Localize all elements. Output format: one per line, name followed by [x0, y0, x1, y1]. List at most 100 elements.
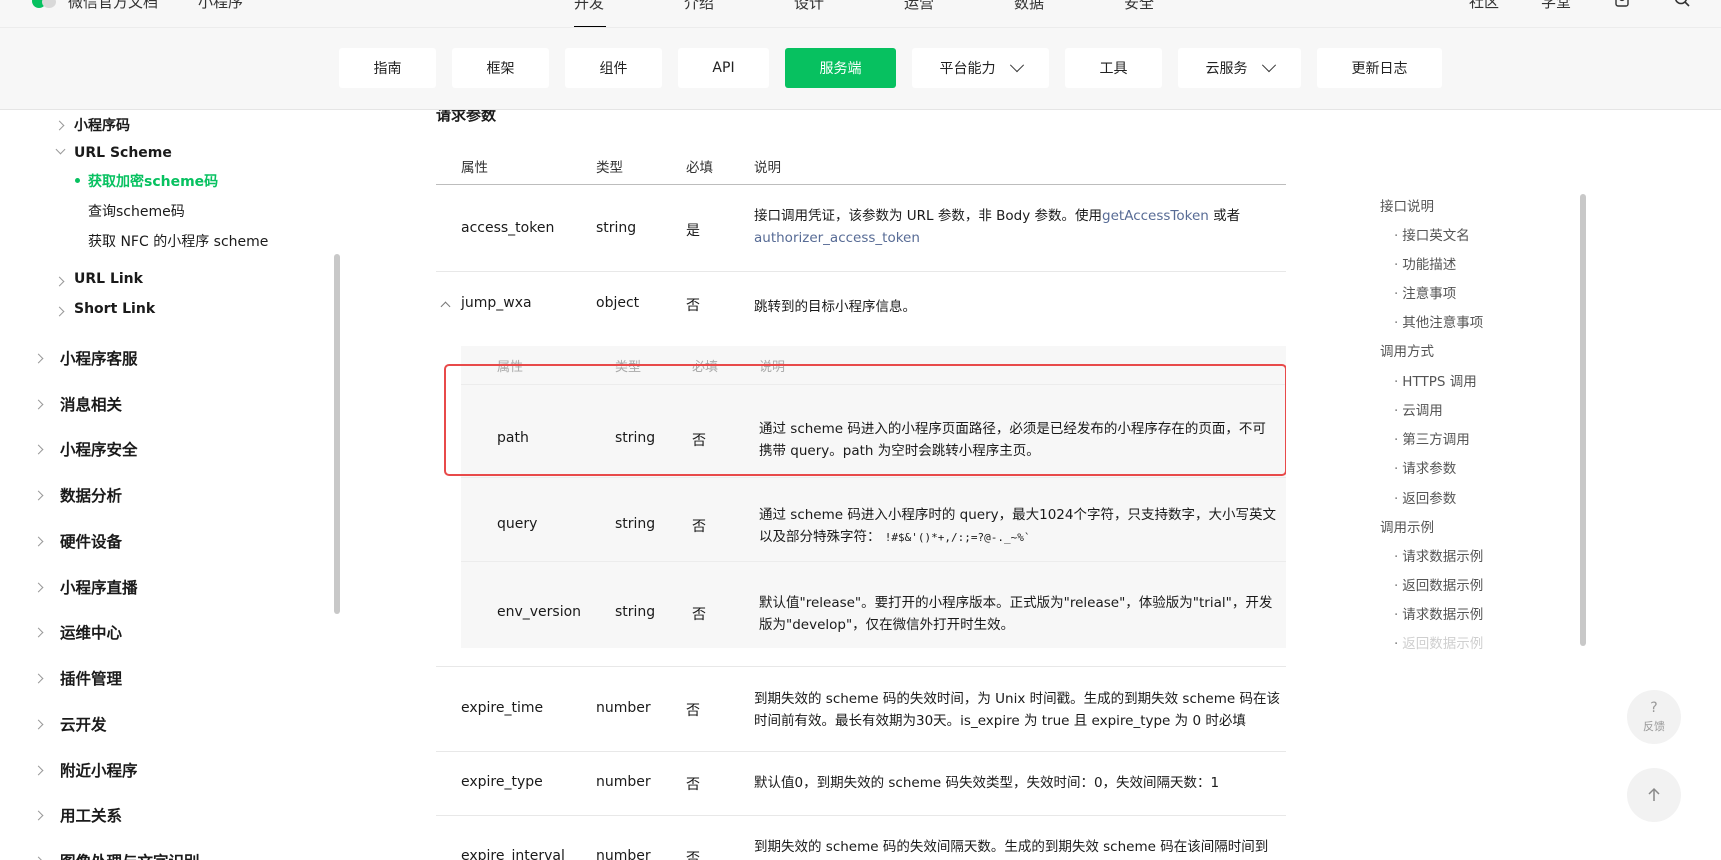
toc-item[interactable]: 功能描述 — [1394, 253, 1456, 273]
back-to-top-button[interactable] — [1627, 768, 1681, 822]
param-type: object — [596, 295, 640, 311]
tab-label: 平台能力 — [939, 61, 996, 77]
topnav-data[interactable]: 数据 — [1000, 0, 1110, 27]
param-type: number — [596, 700, 651, 716]
toc-item[interactable]: 请求参数 — [1394, 457, 1456, 477]
toc-item[interactable]: 返回数据示例 — [1394, 632, 1483, 652]
topnav-dev[interactable]: 开发 — [560, 0, 670, 27]
chevron-right-icon — [33, 490, 44, 501]
toc-item[interactable]: HTTPS 调用 — [1394, 370, 1476, 390]
sidebar-item-url-link[interactable]: URL Link — [74, 271, 143, 287]
sidebar-group-image-ocr[interactable]: 图像处理与文字识别 — [60, 850, 200, 860]
sidebar-group-employment[interactable]: 用工关系 — [60, 804, 122, 826]
tab-label: 组件 — [599, 61, 628, 77]
get-access-token-link[interactable]: getAccessToken — [1102, 208, 1209, 224]
tab-cloud-service[interactable]: 云服务 — [1178, 48, 1301, 88]
chevron-right-icon — [54, 276, 65, 287]
sidebar-item-query-scheme[interactable]: 查询scheme码 — [88, 201, 185, 221]
column-header-type: 类型 — [596, 160, 623, 176]
toc-item[interactable]: 返回数据示例 — [1394, 574, 1483, 594]
toc-item[interactable]: 接口说明 — [1380, 195, 1434, 215]
academy-link[interactable]: 学堂 — [1541, 0, 1571, 12]
param-name[interactable]: jump_wxa — [461, 295, 532, 311]
sidebar-item-url-scheme[interactable]: URL Scheme — [74, 145, 172, 161]
authorizer-access-token-link[interactable]: authorizer_access_token — [754, 230, 920, 246]
arrow-up-icon — [1648, 787, 1660, 801]
toc-item[interactable]: 其他注意事项 — [1394, 311, 1483, 331]
toc-item[interactable]: 云调用 — [1394, 399, 1443, 419]
toc-item[interactable]: 接口英文名 — [1394, 224, 1470, 244]
sidebar-group-messages[interactable]: 消息相关 — [60, 393, 122, 415]
toc-item[interactable]: 返回参数 — [1394, 487, 1456, 507]
toc-item[interactable]: 注意事项 — [1394, 282, 1456, 302]
tab-guide[interactable]: 指南 — [339, 48, 436, 88]
param-name: expire_type — [461, 774, 543, 790]
tab-platform-capability[interactable]: 平台能力 — [912, 48, 1049, 88]
sidebar-item-mini-program-code[interactable]: 小程序码 — [74, 115, 130, 135]
topnav-operate[interactable]: 运营 — [890, 0, 1000, 27]
sidebar-group-hardware[interactable]: 硬件设备 — [60, 530, 122, 552]
sidebar-group-customer-service[interactable]: 小程序客服 — [60, 347, 138, 369]
sidebar-group-ops-center[interactable]: 运维中心 — [60, 621, 122, 643]
feedback-button[interactable]: ? 反馈 — [1627, 690, 1681, 744]
community-link[interactable]: 社区 — [1469, 0, 1499, 12]
desc-line: 通过 scheme 码进入小程序时的 query，最大1024个字符，只支持数字… — [759, 507, 1276, 523]
sidebar-group-live[interactable]: 小程序直播 — [60, 576, 138, 598]
tab-tools[interactable]: 工具 — [1065, 48, 1162, 88]
sidebar-group-data-analysis[interactable]: 数据分析 — [60, 484, 122, 506]
topnav-intro[interactable]: 介绍 — [670, 0, 780, 27]
chevron-right-icon — [33, 719, 44, 730]
sidebar-group-cloud-dev[interactable]: 云开发 — [60, 713, 107, 735]
toc-item[interactable]: 请求数据示例 — [1394, 545, 1483, 565]
nested-param-desc: 通过 scheme 码进入小程序时的 query，最大1024个字符，只支持数字… — [759, 504, 1286, 549]
param-type: string — [596, 220, 637, 236]
param-name: access_token — [461, 220, 555, 236]
chevron-right-icon — [33, 810, 44, 821]
tab-label: 指南 — [373, 61, 402, 77]
collapse-caret-icon[interactable] — [440, 301, 451, 312]
sidebar-item-generate-scheme[interactable]: 获取加密scheme码 — [75, 171, 218, 191]
tab-api[interactable]: API — [678, 48, 769, 88]
sidebar-group-nearby[interactable]: 附近小程序 — [60, 759, 138, 781]
chevron-right-icon — [33, 399, 44, 410]
sidebar-scrollbar[interactable] — [334, 254, 340, 614]
toc-item[interactable]: 调用方式 — [1380, 340, 1434, 360]
tab-components[interactable]: 组件 — [565, 48, 662, 88]
desc-text: 接口调用凭证，该参数为 URL 参数，非 Body 参数。使用 — [754, 208, 1103, 224]
sidebar-item-nfc-scheme[interactable]: 获取 NFC 的小程序 scheme — [88, 231, 268, 251]
nested-param-desc: 默认值"release"。要打开的小程序版本。正式版为"release"，体验版… — [759, 592, 1286, 636]
tab-server[interactable]: 服务端 — [785, 48, 896, 88]
search-icon[interactable] — [1673, 0, 1691, 12]
topnav-security[interactable]: 安全 — [1110, 0, 1220, 27]
toc-item[interactable]: 调用示例 — [1380, 516, 1434, 536]
tab-framework[interactable]: 框架 — [452, 48, 549, 88]
user-icon[interactable] — [1613, 0, 1631, 12]
toc-item[interactable]: 请求数据示例 — [1394, 603, 1483, 623]
sidebar-group-security[interactable]: 小程序安全 — [60, 438, 138, 460]
nested-param-name: query — [497, 516, 538, 532]
brand[interactable]: 微信官方文档 小程序 — [32, 0, 243, 12]
tab-label: 服务端 — [819, 61, 862, 77]
param-required: 否 — [686, 851, 700, 860]
column-header-required: 必填 — [686, 160, 713, 176]
nested-divider — [461, 477, 1286, 478]
toc-scrollbar[interactable] — [1580, 194, 1586, 646]
param-desc: 跳转到的目标小程序信息。 — [754, 299, 916, 315]
param-desc: 到期失效的 scheme 码的失效间隔天数。生成的到期失效 scheme 码在该… — [754, 836, 1286, 858]
sidebar-group-plugins[interactable]: 插件管理 — [60, 667, 122, 689]
toc-item[interactable]: 第三方调用 — [1394, 428, 1470, 448]
nested-param-required: 否 — [692, 519, 706, 535]
section-title: 请求参数 — [436, 110, 497, 124]
param-desc: 接口调用凭证，该参数为 URL 参数，非 Body 参数。使用getAccess… — [754, 205, 1286, 249]
product-name[interactable]: 小程序 — [198, 0, 243, 12]
header-divider — [436, 184, 1286, 185]
chevron-right-icon — [33, 765, 44, 776]
param-type: number — [596, 848, 651, 860]
topnav-design[interactable]: 设计 — [780, 0, 890, 27]
tab-changelog[interactable]: 更新日志 — [1317, 48, 1442, 88]
tab-label: 更新日志 — [1351, 61, 1408, 77]
sidebar-item-short-link[interactable]: Short Link — [74, 301, 155, 317]
param-required: 否 — [686, 298, 700, 314]
left-sidebar: 小程序码 URL Scheme 获取加密scheme码 查询scheme码 获取… — [0, 110, 340, 860]
nested-divider — [461, 561, 1286, 562]
